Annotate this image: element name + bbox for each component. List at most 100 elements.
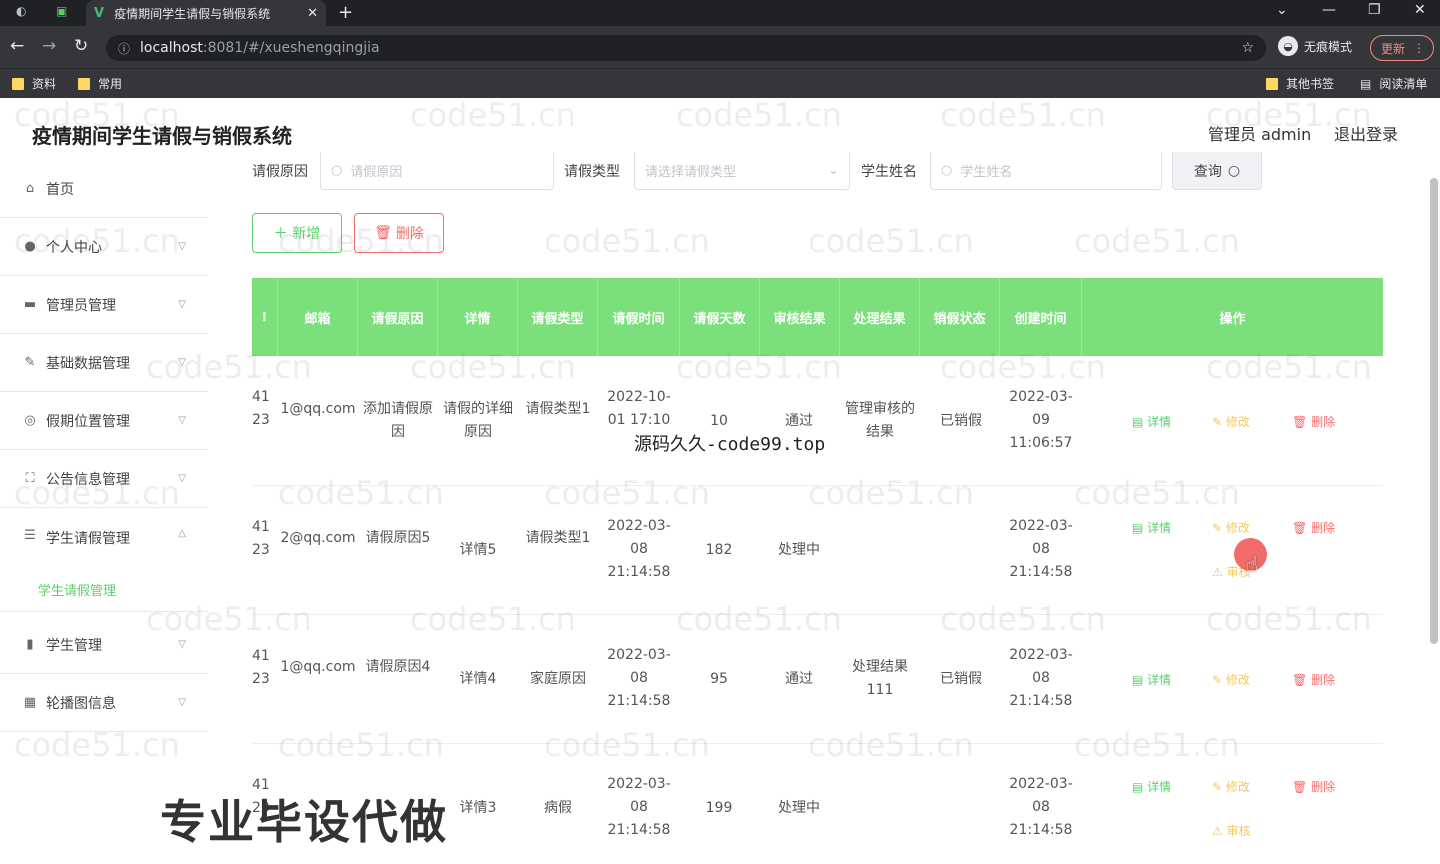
op-label: 修改 — [1225, 415, 1250, 429]
row-delete-button[interactable]: 🗑 删除 — [1292, 778, 1335, 795]
row-divider — [252, 743, 1383, 744]
sidebar-item-label: 首页 — [46, 181, 74, 198]
cell-email: 1@qq.com — [280, 659, 356, 675]
site-info-icon[interactable]: ⓘ — [118, 40, 130, 57]
browser-tab-active[interactable]: V 疫情期间学生请假与销假系统 ✕ — [86, 0, 326, 26]
add-button[interactable]: ＋ 新增 — [252, 213, 342, 253]
promo-overlay-text: 专业毕设代做 — [160, 795, 448, 849]
sidebar-item-location[interactable]: ◎ 假期位置管理 ▽ — [0, 392, 208, 450]
cell-status: 已销假 — [940, 413, 982, 429]
cell-created: 2022-03-09 11:06:57 — [1009, 389, 1073, 451]
sidebar-item-home[interactable]: ⌂ 首页 — [0, 160, 208, 218]
column-header-detail[interactable]: 详情 — [438, 278, 518, 356]
cell-audit: 处理中 — [778, 800, 820, 816]
reason-input[interactable]: ○ 请假原因 — [320, 152, 554, 190]
browser-titlebar: ◐ ▣ V 疫情期间学生请假与销假系统 ✕ + ⌄ — ❐ ✕ — [0, 0, 1440, 26]
cell-reason: 添加请假原因 — [363, 401, 433, 440]
update-button[interactable]: 更新 ⋮ — [1370, 35, 1434, 61]
row-detail-button[interactable]: ▤ 详情 — [1132, 671, 1171, 688]
tab-title: 疫情期间学生请假与销假系统 — [114, 6, 271, 21]
admin-icon: ▬ — [23, 297, 37, 312]
logout-link[interactable]: 退出登录 — [1334, 121, 1398, 145]
watermark: code51.cn — [940, 600, 1106, 638]
incognito-indicator[interactable]: ◒ 无痕模式 — [1278, 36, 1352, 56]
cell-result: 管理审核的结果 — [845, 401, 915, 440]
sheet-tab-icon[interactable]: ▣ — [56, 4, 67, 18]
row-delete-button[interactable]: 🗑 删除 — [1292, 671, 1335, 688]
row-fragment: 41 23 — [252, 389, 270, 428]
watermark: code51.cn — [1074, 726, 1240, 764]
page-scrollbar[interactable] — [1430, 178, 1438, 644]
minimize-icon[interactable]: — — [1322, 2, 1336, 18]
batch-delete-button[interactable]: 🗑 删除 — [354, 213, 444, 253]
sidebar-item-carousel[interactable]: ▦ 轮播图信息 ▽ — [0, 674, 208, 732]
column-header-time[interactable]: 请假时间 — [598, 278, 680, 356]
row-detail-button[interactable]: ▤ 详情 — [1132, 413, 1171, 430]
op-label: 删除 — [1311, 673, 1336, 687]
name-input[interactable]: ○ 学生姓名 — [930, 152, 1162, 190]
sidebar-item-label: 公告信息管理 — [46, 471, 130, 488]
column-header-reason[interactable]: 请假原因 — [358, 278, 438, 356]
sidebar-item-basedata[interactable]: ✎ 基础数据管理 ▽ — [0, 334, 208, 392]
cell-detail: 详情5 — [459, 542, 497, 558]
watermark: code51.cn — [544, 474, 710, 512]
cell-email: 2@qq.com — [280, 530, 356, 546]
menu-dots-icon[interactable]: ⋮ — [1413, 41, 1425, 55]
row-edit-button[interactable]: ✎ 修改 — [1212, 778, 1250, 795]
sidebar-item-notice[interactable]: ⛶ 公告信息管理 ▽ — [0, 450, 208, 508]
reading-list[interactable]: ▤ 阅读清单 — [1360, 75, 1427, 92]
column-header-created[interactable]: 创建时间 — [1000, 278, 1082, 356]
column-header-status[interactable]: 销假状态 — [920, 278, 1000, 356]
bookmark-label: 其他书签 — [1286, 77, 1335, 91]
row-audit-button[interactable]: ⚠ 审核 — [1212, 822, 1251, 839]
cell-type: 请假类型1 — [525, 401, 591, 417]
column-header-audit[interactable]: 审核结果 — [760, 278, 840, 356]
bookmark-other[interactable]: 其他书签 — [1266, 75, 1334, 92]
cell-days: 95 — [710, 671, 728, 687]
sidebar-item-profile[interactable]: ● 个人中心 ▽ — [0, 218, 208, 276]
new-tab-icon[interactable]: + — [338, 2, 353, 23]
column-header-days[interactable]: 请假天数 — [680, 278, 760, 356]
cell-audit: 通过 — [785, 671, 813, 687]
browser-logo-icon: ◐ — [16, 4, 27, 18]
window-close-icon[interactable]: ✕ — [1414, 2, 1426, 18]
row-detail-button[interactable]: ▤ 详情 — [1132, 519, 1171, 536]
op-label: 详情 — [1147, 780, 1172, 794]
location-icon: ◎ — [24, 413, 36, 428]
row-edit-button[interactable]: ✎ 修改 — [1212, 413, 1250, 430]
row-edit-button[interactable]: ✎ 修改 — [1212, 671, 1250, 688]
row-edit-button[interactable]: ✎ 修改 — [1212, 519, 1250, 536]
address-bar[interactable]: ⓘ localhost :8081/#/xueshengqingjia ☆ — [106, 35, 1266, 61]
row-detail-button[interactable]: ▤ 详情 — [1132, 778, 1171, 795]
tab-search-icon[interactable]: ⌄ — [1276, 2, 1288, 18]
chevron-down-icon: ⌄ — [828, 163, 839, 178]
column-header-type[interactable]: 请假类型 — [518, 278, 598, 356]
hand-cursor-icon: ☝ — [1246, 552, 1259, 576]
reload-icon[interactable]: ↻ — [74, 36, 88, 56]
bookmark-label: 阅读清单 — [1379, 77, 1428, 91]
sidebar-item-admin[interactable]: ▬ 管理员管理 ▽ — [0, 276, 208, 334]
restore-icon[interactable]: ❐ — [1368, 2, 1381, 18]
column-header-result[interactable]: 处理结果 — [840, 278, 920, 356]
column-header-email[interactable]: 邮箱 — [278, 278, 358, 356]
op-label: 详情 — [1147, 673, 1172, 687]
cell-time: 2022-03-08 21:14:58 — [607, 776, 671, 838]
cell-email: 1@qq.com — [280, 401, 356, 417]
bookmark-star-icon[interactable]: ☆ — [1241, 40, 1254, 56]
cell-audit: 处理中 — [778, 542, 820, 558]
row-delete-button[interactable]: 🗑 删除 — [1292, 519, 1335, 536]
query-button[interactable]: 查询 ○ — [1172, 152, 1262, 190]
tab-close-icon[interactable]: ✕ — [307, 6, 318, 21]
user-icon: ● — [24, 239, 36, 254]
type-placeholder: 请选择请假类型 — [645, 165, 737, 180]
sidebar-item-student[interactable]: ▮ 学生管理 ▽ — [0, 616, 208, 674]
submenu-item-leave-manage[interactable]: 学生请假管理 — [38, 580, 116, 599]
type-select[interactable]: 请选择请假类型 ⌄ — [634, 152, 850, 190]
back-icon[interactable]: ← — [10, 36, 24, 56]
reason-label: 请假原因 — [252, 164, 308, 180]
bookmark-folder-ziliao[interactable]: 资料 — [12, 75, 56, 92]
forward-icon[interactable]: → — [42, 36, 56, 56]
bookmark-folder-changyong[interactable]: 常用 — [78, 75, 122, 92]
search-icon: ○ — [331, 163, 343, 178]
row-delete-button[interactable]: 🗑 删除 — [1292, 413, 1335, 430]
